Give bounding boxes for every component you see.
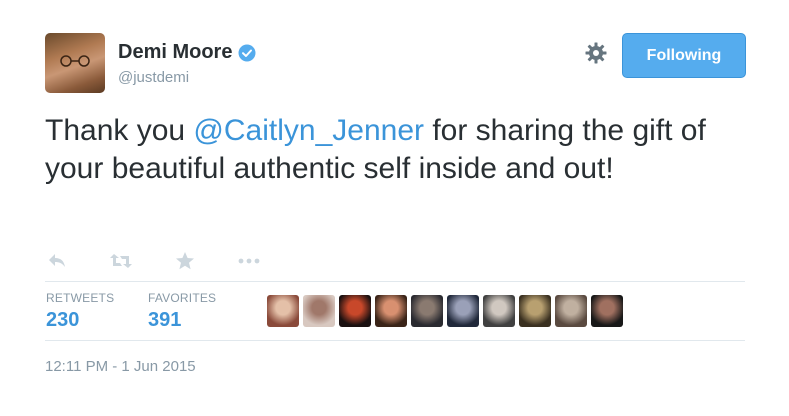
profile-avatar[interactable] <box>45 33 105 93</box>
tweet-timestamp[interactable]: 12:11 PM - 1 Jun 2015 <box>45 358 196 375</box>
retweets-count[interactable]: 230 <box>46 309 79 332</box>
divider-top <box>45 281 745 282</box>
favoriter-avatar[interactable] <box>555 295 587 327</box>
mention-link[interactable]: @Caitlyn_Jenner <box>193 114 424 147</box>
retweets-label: RETWEETS <box>46 291 115 305</box>
favoriter-avatar[interactable] <box>591 295 623 327</box>
tweet-actions <box>45 249 301 273</box>
favoriter-avatar[interactable] <box>519 295 551 327</box>
favoriter-avatars <box>267 295 623 327</box>
author-name-row[interactable]: Demi Moore <box>118 41 256 64</box>
favorite-button[interactable] <box>173 249 197 273</box>
tweet-text: Thank you @Caitlyn_Jenner for sharing th… <box>45 112 745 188</box>
author-name[interactable]: Demi Moore <box>118 41 232 64</box>
retweet-button[interactable] <box>109 249 133 273</box>
gear-icon[interactable] <box>584 41 608 65</box>
reply-button[interactable] <box>45 249 69 273</box>
following-button[interactable]: Following <box>622 33 746 78</box>
favoriter-avatar[interactable] <box>303 295 335 327</box>
verified-badge-icon <box>238 44 256 61</box>
favoriter-avatar[interactable] <box>447 295 479 327</box>
divider-bottom <box>45 340 745 341</box>
favorite-star-icon <box>176 252 194 270</box>
retweet-icon <box>110 254 132 268</box>
reply-icon <box>49 254 65 267</box>
more-button[interactable] <box>237 249 261 273</box>
favoriter-avatar[interactable] <box>483 295 515 327</box>
favoriter-avatar[interactable] <box>375 295 407 327</box>
favoriter-avatar[interactable] <box>411 295 443 327</box>
tweet-text-before: Thank you <box>45 114 194 147</box>
avatar-glasses-shape <box>60 55 90 67</box>
favoriter-avatar[interactable] <box>267 295 299 327</box>
more-dots-icon <box>238 258 260 264</box>
favorites-count[interactable]: 391 <box>148 309 181 332</box>
author-handle[interactable]: @justdemi <box>118 69 189 86</box>
favorites-label: FAVORITES <box>148 291 217 305</box>
favoriter-avatar[interactable] <box>339 295 371 327</box>
